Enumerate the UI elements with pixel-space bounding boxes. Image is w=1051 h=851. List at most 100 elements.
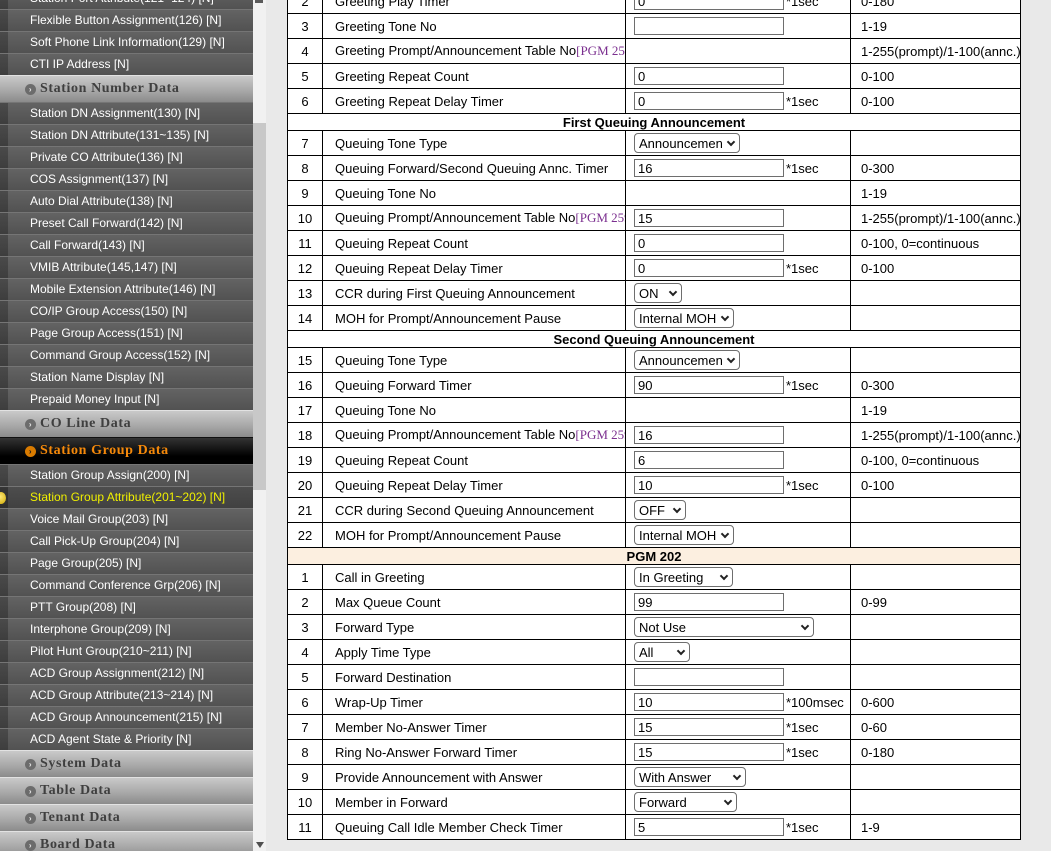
value-input[interactable] <box>634 17 784 35</box>
value-input[interactable] <box>634 668 784 686</box>
scroll-down-icon[interactable] <box>255 841 264 849</box>
sidebar-item[interactable]: Auto Dial Attribute(138) [N] <box>0 190 253 212</box>
sidebar-item[interactable]: ACD Group Attribute(213~214) [N] <box>0 684 253 706</box>
sidebar-section-header[interactable]: ›Board Data <box>0 831 253 851</box>
value-select[interactable]: OFF <box>634 500 686 520</box>
value-input[interactable] <box>634 67 784 85</box>
sidebar-item[interactable]: Interphone Group(209) [N] <box>0 618 253 640</box>
pgm-reference-link[interactable]: [PGM 259] <box>576 43 625 58</box>
sidebar-item[interactable]: Station Group Attribute(201~202) [N] <box>0 486 253 508</box>
sidebar-item[interactable]: CO/IP Group Access(150) [N] <box>0 300 253 322</box>
value-input[interactable] <box>634 818 784 836</box>
unit-label: *1sec <box>786 94 819 109</box>
sidebar-item[interactable]: Call Pick-Up Group(204) [N] <box>0 530 253 552</box>
value-select[interactable]: Internal MOH <box>634 308 734 328</box>
sidebar-section-header[interactable]: ›Table Data <box>0 777 253 804</box>
value-input[interactable] <box>634 209 784 227</box>
value-input[interactable] <box>634 159 784 177</box>
table-row: 5Forward Destination <box>288 665 1021 690</box>
attribute-cell: Apply Time Type <box>323 640 626 665</box>
value-select[interactable]: Announcement <box>634 133 740 153</box>
sidebar-item[interactable]: Station Group Assign(200) [N] <box>0 464 253 486</box>
row-number: 4 <box>288 39 323 64</box>
sidebar-item[interactable]: Voice Mail Group(203) [N] <box>0 508 253 530</box>
sidebar-item[interactable]: Prepaid Money Input [N] <box>0 388 253 410</box>
value-input[interactable] <box>634 718 784 736</box>
sidebar-item[interactable]: Soft Phone Link Information(129) [N] <box>0 31 253 53</box>
range-label: 0-100 <box>851 64 1021 89</box>
table-row: 11Queuing Repeat Count0-100, 0=continuou… <box>288 231 1021 256</box>
sidebar-item[interactable]: ACD Group Assignment(212) [N] <box>0 662 253 684</box>
row-number: 22 <box>288 523 323 548</box>
sidebar-item[interactable]: Pilot Hunt Group(210~211) [N] <box>0 640 253 662</box>
range-label: 0-100 <box>851 473 1021 498</box>
attribute-label: MOH for Prompt/Announcement Pause <box>335 311 561 326</box>
sidebar-section-header[interactable]: ›CO Line Data <box>0 410 253 437</box>
value-input[interactable] <box>634 743 784 761</box>
value-input[interactable] <box>634 451 784 469</box>
sidebar-item[interactable]: Station DN Assignment(130) [N] <box>0 102 253 124</box>
table-row: 20Queuing Repeat Delay Timer*1sec0-100 <box>288 473 1021 498</box>
value-input[interactable] <box>634 426 784 444</box>
row-number: 7 <box>288 715 323 740</box>
table-row: 8Queuing Forward/Second Queuing Annc. Ti… <box>288 156 1021 181</box>
sidebar-item[interactable]: Preset Call Forward(142) [N] <box>0 212 253 234</box>
value-cell <box>626 590 851 615</box>
sidebar-item[interactable]: Station Port Attribute(121~124) [N] <box>0 0 253 9</box>
value-select[interactable]: With Answer <box>634 767 746 787</box>
table-row: 2Max Queue Count0-99 <box>288 590 1021 615</box>
sidebar-section-header[interactable]: ›Station Number Data <box>0 75 253 102</box>
sidebar-item[interactable]: Station Name Display [N] <box>0 366 253 388</box>
sidebar-item[interactable]: Call Forward(143) [N] <box>0 234 253 256</box>
range-label: 0-100 <box>851 89 1021 114</box>
value-cell: *1sec <box>626 156 851 181</box>
sidebar-item[interactable]: Command Conference Grp(206) [N] <box>0 574 253 596</box>
attribute-label: CCR during First Queuing Announcement <box>335 286 575 301</box>
sidebar-item[interactable]: Mobile Extension Attribute(146) [N] <box>0 278 253 300</box>
sidebar-section-header[interactable]: ›Tenant Data <box>0 804 253 831</box>
range-label <box>851 640 1021 665</box>
attribute-cell: MOH for Prompt/Announcement Pause <box>323 523 626 548</box>
value-input[interactable] <box>634 0 784 10</box>
sidebar-item[interactable]: ACD Agent State & Priority [N] <box>0 728 253 750</box>
sidebar-section-header[interactable]: ›Station Group Data <box>0 437 253 464</box>
scrollbar-thumb[interactable] <box>253 123 266 490</box>
sidebar-item[interactable]: Page Group(205) [N] <box>0 552 253 574</box>
value-select[interactable]: In Greeting <box>634 567 733 587</box>
range-label: 1-9 <box>851 815 1021 840</box>
value-input[interactable] <box>634 92 784 110</box>
pgm-reference-link[interactable]: [PGM 259] <box>575 210 625 225</box>
value-select[interactable]: All <box>634 642 690 662</box>
range-label: 1-255(prompt)/1-100(annc.) <box>851 423 1021 448</box>
value-input[interactable] <box>634 476 784 494</box>
value-input[interactable] <box>634 234 784 252</box>
sidebar-section-label: Table Data <box>40 783 111 798</box>
value-cell <box>626 64 851 89</box>
value-input[interactable] <box>634 259 784 277</box>
scroll-up-icon[interactable] <box>255 0 263 3</box>
sidebar-section-header[interactable]: ›System Data <box>0 750 253 777</box>
sidebar-item[interactable]: VMIB Attribute(145,147) [N] <box>0 256 253 278</box>
value-input[interactable] <box>634 376 784 394</box>
sidebar-item[interactable]: Private CO Attribute(136) [N] <box>0 146 253 168</box>
sidebar-item[interactable]: ACD Group Announcement(215) [N] <box>0 706 253 728</box>
sidebar-item[interactable]: CTI IP Address [N] <box>0 53 253 75</box>
sidebar-scrollbar[interactable] <box>253 0 266 851</box>
value-select[interactable]: Internal MOH <box>634 525 734 545</box>
value-select[interactable]: Announcement <box>634 350 740 370</box>
sidebar-item[interactable]: Page Group Access(151) [N] <box>0 322 253 344</box>
value-input[interactable] <box>634 693 784 711</box>
value-input[interactable] <box>634 593 784 611</box>
sidebar-item[interactable]: COS Assignment(137) [N] <box>0 168 253 190</box>
sidebar-item[interactable]: PTT Group(208) [N] <box>0 596 253 618</box>
value-select[interactable]: Forward <box>634 792 737 812</box>
sidebar-item[interactable]: Station DN Attribute(131~135) [N] <box>0 124 253 146</box>
table-row: 6Wrap-Up Timer*100msec0-600 <box>288 690 1021 715</box>
attribute-label: Queuing Tone No <box>335 403 436 418</box>
sidebar-item[interactable]: Command Group Access(152) [N] <box>0 344 253 366</box>
value-select[interactable]: Not Use <box>634 617 814 637</box>
sidebar-item[interactable]: Flexible Button Assignment(126) [N] <box>0 9 253 31</box>
row-number: 8 <box>288 740 323 765</box>
value-select[interactable]: ON <box>634 283 682 303</box>
pgm-reference-link[interactable]: [PGM 259] <box>575 427 625 442</box>
